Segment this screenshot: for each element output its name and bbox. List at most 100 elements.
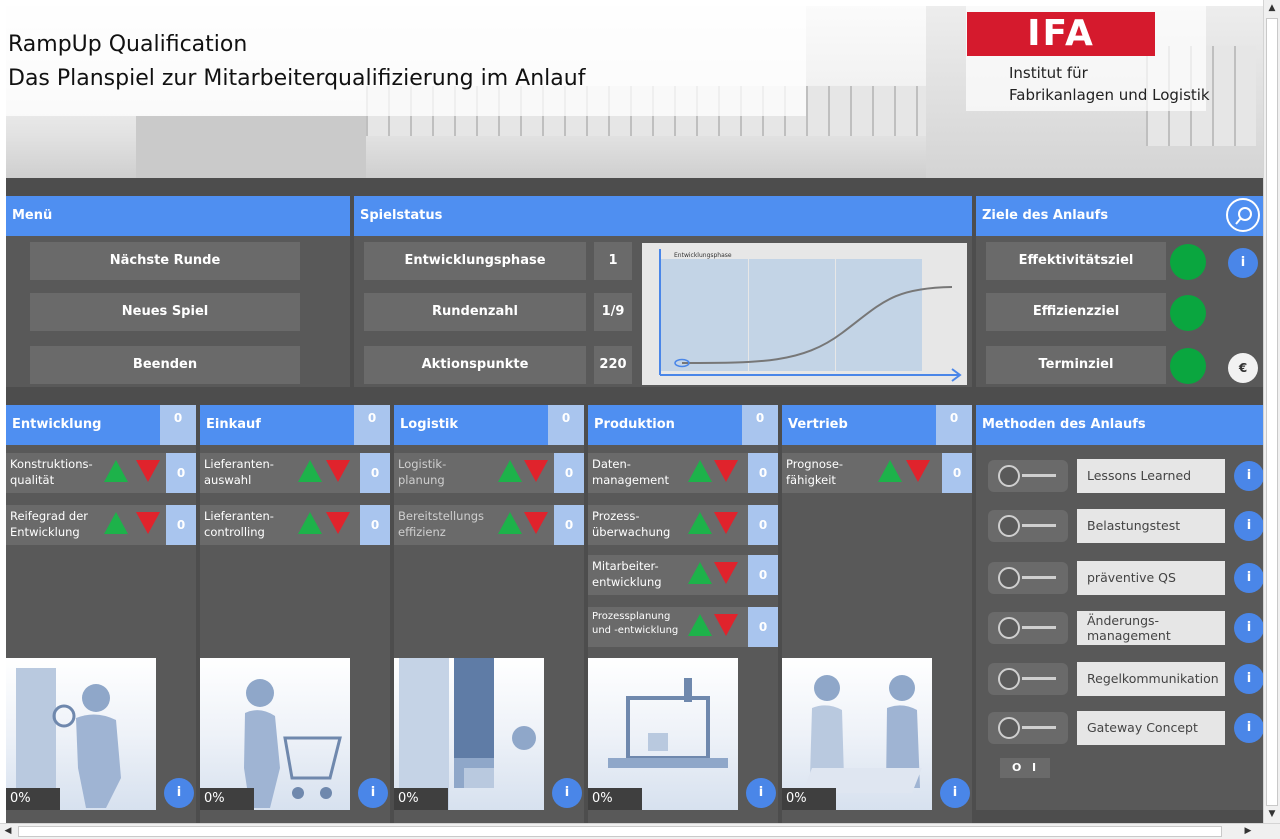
euro-icon[interactable]: € xyxy=(1228,353,1258,383)
increase-arrow-icon[interactable] xyxy=(104,512,128,534)
department-progress: 0% xyxy=(6,788,60,810)
department-count: 0 xyxy=(742,405,778,445)
method-info-icon[interactable]: i xyxy=(1234,613,1263,643)
next-round-button[interactable]: Nächste Runde xyxy=(30,242,300,280)
quit-button[interactable]: Beenden xyxy=(30,346,300,384)
app-window: RampUp Qualification Das Planspiel zur M… xyxy=(0,0,1263,823)
action-count: 0 xyxy=(554,505,584,545)
department-count: 0 xyxy=(354,405,390,445)
decrease-arrow-icon[interactable] xyxy=(714,512,738,534)
increase-arrow-icon[interactable] xyxy=(298,512,322,534)
decrease-arrow-icon[interactable] xyxy=(714,562,738,584)
increase-arrow-icon[interactable] xyxy=(688,562,712,584)
status-value-phase: 1 xyxy=(594,242,632,280)
increase-arrow-icon[interactable] xyxy=(688,460,712,482)
method-gateway-concept: Gateway Concept i xyxy=(976,709,1263,749)
method-toggle[interactable] xyxy=(988,612,1068,644)
search-icon[interactable] xyxy=(1226,198,1260,232)
department-count: 0 xyxy=(936,405,972,445)
method-info-icon[interactable]: i xyxy=(1234,461,1263,491)
horizontal-scrollbar[interactable]: ◀ ▶ xyxy=(0,823,1280,839)
department-info-icon[interactable]: i xyxy=(358,778,388,808)
department-info-icon[interactable]: i xyxy=(940,778,970,808)
decrease-arrow-icon[interactable] xyxy=(524,460,548,482)
scroll-up-icon[interactable]: ▲ xyxy=(1264,0,1280,16)
main-dashboard: Menü Nächste Runde Neues Spiel Beenden S… xyxy=(6,178,1263,823)
decrease-arrow-icon[interactable] xyxy=(136,460,160,482)
method-regelkommunikation: Regelkommunikation i xyxy=(976,660,1263,700)
action-row: Prozess-überwachung 0 xyxy=(588,505,778,545)
increase-arrow-icon[interactable] xyxy=(688,512,712,534)
department-name: Logistik xyxy=(400,417,459,432)
action-row: Logistik-planung 0 xyxy=(394,453,584,493)
department-header: Einkauf 0 xyxy=(200,405,390,445)
building-image xyxy=(136,116,366,178)
scroll-left-icon[interactable]: ◀ xyxy=(0,824,16,839)
switch-off-label: O xyxy=(1012,761,1022,774)
department-info-icon[interactable]: i xyxy=(552,778,582,808)
method-toggle[interactable] xyxy=(988,460,1068,492)
decrease-arrow-icon[interactable] xyxy=(136,512,160,534)
scroll-right-icon[interactable]: ▶ xyxy=(1240,824,1256,839)
decrease-arrow-icon[interactable] xyxy=(906,460,930,482)
institute-name-line1: Institut für xyxy=(1009,64,1088,82)
department-logistik: Logistik 0 Logistik-planung 0 Bereitstel… xyxy=(394,405,584,823)
department-info-icon[interactable]: i xyxy=(164,778,194,808)
header-banner: RampUp Qualification Das Planspiel zur M… xyxy=(6,6,1263,178)
increase-arrow-icon[interactable] xyxy=(104,460,128,482)
method-toggle[interactable] xyxy=(988,712,1068,744)
decrease-arrow-icon[interactable] xyxy=(714,614,738,636)
method-info-icon[interactable]: i xyxy=(1234,664,1263,694)
increase-arrow-icon[interactable] xyxy=(298,460,322,482)
phase-graph: Entwicklungsphase xyxy=(642,243,967,385)
status-header: Spielstatus xyxy=(354,196,972,236)
action-count: 0 xyxy=(166,505,196,545)
action-row: Konstruktions-qualität 0 xyxy=(6,453,196,493)
method-info-icon[interactable]: i xyxy=(1234,511,1263,541)
increase-arrow-icon[interactable] xyxy=(498,460,522,482)
decrease-arrow-icon[interactable] xyxy=(714,460,738,482)
action-row: Bereitstellungs effizienz 0 xyxy=(394,505,584,545)
action-count: 0 xyxy=(748,607,778,647)
department-progress: 0% xyxy=(200,788,254,810)
method-info-icon[interactable]: i xyxy=(1234,563,1263,593)
action-row: Daten-management 0 xyxy=(588,453,778,493)
increase-arrow-icon[interactable] xyxy=(498,512,522,534)
method-aenderungsmanagement: Änderungs-management i xyxy=(976,609,1263,649)
app-title: RampUp Qualification xyxy=(8,32,248,57)
increase-arrow-icon[interactable] xyxy=(878,460,902,482)
method-info-icon[interactable]: i xyxy=(1234,713,1263,743)
method-toggle[interactable] xyxy=(988,510,1068,542)
department-progress: 0% xyxy=(782,788,836,810)
phase-band-1 xyxy=(660,259,748,371)
status-label-action-points: Aktionspunkte xyxy=(364,346,586,384)
new-game-button[interactable]: Neues Spiel xyxy=(30,293,300,331)
goals-header: Ziele des Anlaufs xyxy=(976,196,1263,236)
vertical-scroll-thumb[interactable] xyxy=(1266,18,1278,806)
app-subtitle: Das Planspiel zur Mitarbeiterqualifizier… xyxy=(8,66,586,91)
action-label: Reifegrad der Entwicklung xyxy=(10,509,89,539)
method-belastungstest: Belastungstest i xyxy=(976,507,1263,547)
action-count: 0 xyxy=(166,453,196,493)
horizontal-scroll-thumb[interactable] xyxy=(18,826,1222,837)
department-vertrieb: Vertrieb 0 Prognose-fähigkeit 0 0% i xyxy=(782,405,972,823)
method-toggle[interactable] xyxy=(988,562,1068,594)
department-einkauf: Einkauf 0 Lieferanten-auswahl 0 Lieferan… xyxy=(200,405,390,823)
vertical-scrollbar[interactable]: ▲ ▼ xyxy=(1263,0,1280,823)
decrease-arrow-icon[interactable] xyxy=(524,512,548,534)
decrease-arrow-icon[interactable] xyxy=(326,460,350,482)
goals-info-icon[interactable]: i xyxy=(1228,248,1258,278)
method-toggle[interactable] xyxy=(988,663,1068,695)
phase-band-2 xyxy=(749,259,835,371)
goal-effectiveness: Effektivitätsziel xyxy=(986,242,1166,280)
department-name: Entwicklung xyxy=(12,417,102,432)
method-label: Regelkommunikation xyxy=(1077,662,1225,696)
all-methods-switch[interactable]: O I xyxy=(1000,758,1050,778)
increase-arrow-icon[interactable] xyxy=(688,614,712,636)
scroll-down-icon[interactable]: ▼ xyxy=(1264,806,1280,822)
status-label-phase: Entwicklungsphase xyxy=(364,242,586,280)
method-label: präventive QS xyxy=(1077,561,1225,595)
method-label: Lessons Learned xyxy=(1077,459,1225,493)
department-info-icon[interactable]: i xyxy=(746,778,776,808)
decrease-arrow-icon[interactable] xyxy=(326,512,350,534)
